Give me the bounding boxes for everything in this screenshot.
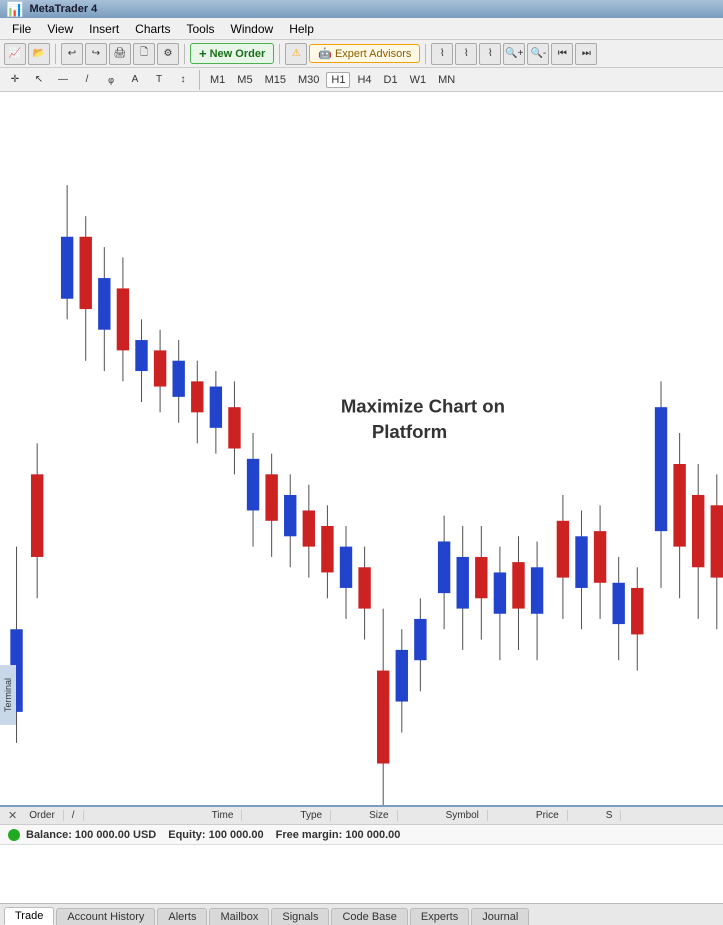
fib-tool[interactable]: φ [100,70,122,90]
toolbar2: ✛ ↖ — / φ A T ↕ M1 M5 M15 M30 H1 H4 D1 W… [0,68,723,92]
terminal-close-btn[interactable]: ✕ [4,808,21,823]
col-size: Size [361,810,397,821]
text-tool[interactable]: A [124,70,146,90]
tf-m5[interactable]: M5 [232,72,257,88]
menu-view[interactable]: View [39,20,81,38]
col-type: Type [292,810,331,821]
tab-alerts[interactable]: Alerts [157,908,207,925]
chart-wrapper[interactable]: Maximize Chart on Platform [0,92,723,805]
new-order-label: New Order [210,48,266,60]
title-bar-text: MetaTrader 4 [29,3,97,15]
zoom-bar2[interactable]: ⌇ [455,43,477,65]
menu-file[interactable]: File [4,20,39,38]
menu-bar: File View Insert Charts Tools Window Hel… [0,18,723,40]
tf-w1[interactable]: W1 [405,72,432,88]
cursor-tool[interactable]: ↖ [28,70,50,90]
label-tool[interactable]: T [148,70,170,90]
open-btn[interactable]: 📂 [28,43,50,65]
tab-experts[interactable]: Experts [410,908,469,925]
terminal-panel: ✕ Order / Time Type Size Symbol Price S … [0,805,723,925]
zoom-bar1[interactable]: ⌇ [431,43,453,65]
alert-btn[interactable]: ⚠ [285,43,307,65]
expert-advisors-label: Expert Advisors [335,48,411,60]
free-margin-text: Free margin: 100 000.00 [276,829,401,841]
tf-m1[interactable]: M1 [205,72,230,88]
sep1 [55,44,56,64]
col-s: S [598,810,622,821]
menu-insert[interactable]: Insert [81,20,127,38]
undo-btn[interactable]: ↩ [61,43,83,65]
title-bar: 📊 MetaTrader 4 [0,0,723,18]
print-btn[interactable]: 🖨 [109,43,131,65]
zoom-out-btn[interactable]: 🔍- [527,43,549,65]
tab-trade[interactable]: Trade [4,907,54,925]
tline-tool[interactable]: / [76,70,98,90]
col-slash: / [64,810,84,821]
new-chart-btn[interactable]: 📈 [4,43,26,65]
new-order-icon: + [199,46,207,61]
tab-mailbox[interactable]: Mailbox [209,908,269,925]
hline-tool[interactable]: — [52,70,74,90]
svg-text:Maximize Chart on: Maximize Chart on [341,395,505,416]
tf-h1[interactable]: H1 [326,72,350,88]
sep-tf [199,70,200,90]
tf-m30[interactable]: M30 [293,72,324,88]
chart-and-terminal: Maximize Chart on Platform ✕ Order / Tim… [0,92,723,925]
tf-d1[interactable]: D1 [379,72,403,88]
balance-text: Balance: 100 000.00 USD [26,829,156,841]
toolbar1: 📈 📂 ↩ ↪ 🖨 🗋 ⚙ + New Order ⚠ 🤖 Expert Adv… [0,40,723,68]
terminal-side-label-text: Terminal [3,678,13,712]
sep4 [425,44,426,64]
chart-scroll-left[interactable]: ⏮ [551,43,573,65]
arrow-tool[interactable]: ↕ [172,70,194,90]
col-symbol: Symbol [438,810,488,821]
col-order: Order [21,810,64,821]
col-price: Price [528,810,568,821]
svg-text:Platform: Platform [372,421,447,442]
tf-h4[interactable]: H4 [352,72,376,88]
expert-advisors-btn[interactable]: 🤖 Expert Advisors [309,44,420,63]
chart-scroll-right[interactable]: ⏭ [575,43,597,65]
sep3 [279,44,280,64]
tf-mn[interactable]: MN [433,72,460,88]
tf-m15[interactable]: M15 [260,72,291,88]
sep2 [184,44,185,64]
balance-icon [8,829,20,841]
tab-journal[interactable]: Journal [471,908,529,925]
tab-account-history[interactable]: Account History [56,908,155,925]
candlestick-chart: Maximize Chart on Platform [0,92,723,805]
zoom-bar3[interactable]: ⌇ [479,43,501,65]
print-preview-btn[interactable]: 🗋 [133,43,155,65]
terminal-tabs: Trade Account History Alerts Mailbox Sig… [0,903,723,925]
tab-code-base[interactable]: Code Base [331,908,407,925]
zoom-in-btn[interactable]: 🔍+ [503,43,525,65]
redo-btn[interactable]: ↪ [85,43,107,65]
terminal-header: ✕ Order / Time Type Size Symbol Price S [0,807,723,825]
menu-charts[interactable]: Charts [127,20,178,38]
menu-help[interactable]: Help [281,20,322,38]
col-time: Time [204,810,243,821]
equity-text: Equity: 100 000.00 [168,829,263,841]
menu-window[interactable]: Window [223,20,282,38]
terminal-content [0,845,723,903]
new-order-btn[interactable]: + New Order [190,43,274,64]
menu-tools[interactable]: Tools [179,20,223,38]
crosshair-tool[interactable]: ✛ [4,70,26,90]
properties-btn[interactable]: ⚙ [157,43,179,65]
terminal-side-label[interactable]: Terminal [0,665,16,725]
tab-signals[interactable]: Signals [271,908,329,925]
main-container: 📊 MetaTrader 4 File View Insert Charts T… [0,0,723,925]
ea-icon: 🤖 [318,47,332,60]
balance-bar: Balance: 100 000.00 USD Equity: 100 000.… [0,825,723,845]
